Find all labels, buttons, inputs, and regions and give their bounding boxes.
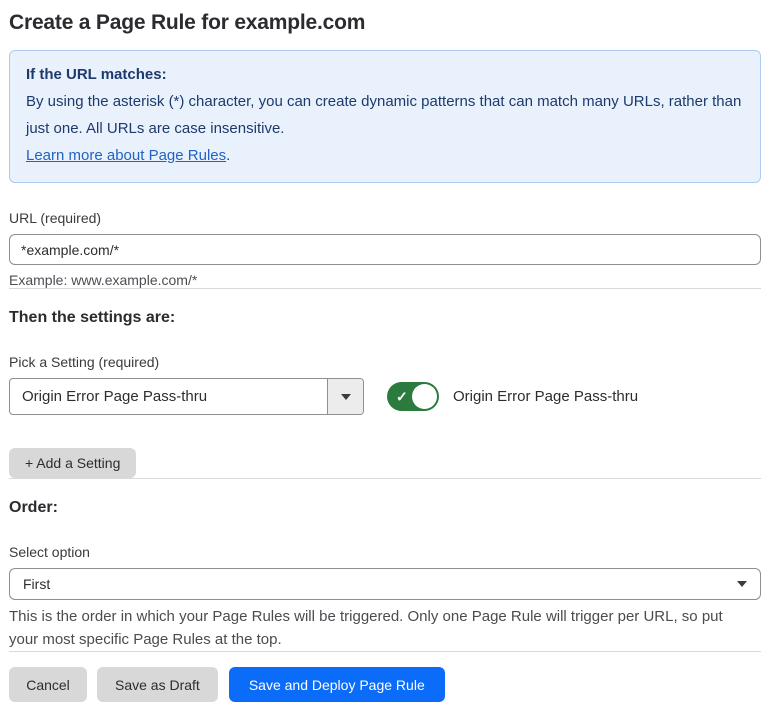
toggle-knob [412, 384, 437, 409]
save-and-deploy-button[interactable]: Save and Deploy Page Rule [228, 667, 445, 702]
divider [9, 478, 761, 479]
setting-row: Origin Error Page Pass-thru ✓ Origin Err… [9, 378, 761, 415]
link-period: . [226, 147, 231, 164]
url-input[interactable] [9, 234, 761, 265]
divider [9, 651, 761, 652]
settings-section-heading: Then the settings are: [9, 309, 176, 326]
info-box-heading: If the URL matches: [26, 66, 167, 83]
url-field-label: URL (required) [9, 210, 102, 226]
order-helper-text: This is the order in which your Page Rul… [9, 608, 723, 648]
page-title: Create a Page Rule for example.com [9, 11, 366, 34]
setting-select-value: Origin Error Page Pass-thru [22, 388, 208, 405]
order-section-heading: Order: [9, 499, 58, 516]
info-box-link-line: Learn more about Page Rules. [26, 142, 744, 169]
cancel-button[interactable]: Cancel [9, 667, 87, 702]
check-icon: ✓ [396, 388, 408, 405]
chevron-down-icon [340, 393, 351, 400]
toggle-label: Origin Error Page Pass-thru [453, 388, 639, 405]
order-select-value: First [23, 576, 51, 592]
create-page-rule-form: Create a Page Rule for example.com If th… [0, 0, 770, 702]
order-select[interactable]: First [9, 568, 761, 600]
url-example-helper: Example: www.example.com/* [9, 272, 198, 288]
learn-more-link[interactable]: Learn more about Page Rules [26, 147, 226, 164]
setting-select-arrow-button[interactable] [327, 379, 363, 414]
divider [9, 288, 761, 289]
save-as-draft-button[interactable]: Save as Draft [97, 667, 218, 702]
setting-toggle-group: ✓ Origin Error Page Pass-thru [387, 382, 638, 411]
pick-setting-label: Pick a Setting (required) [9, 354, 160, 370]
chevron-down-icon [737, 581, 747, 587]
origin-error-toggle[interactable]: ✓ [387, 382, 439, 411]
info-box-body: By using the asterisk (*) character, you… [26, 93, 742, 137]
order-select-label: Select option [9, 544, 90, 560]
url-match-info-box: If the URL matches: By using the asteris… [9, 50, 761, 183]
form-actions: Cancel Save as Draft Save and Deploy Pag… [9, 667, 761, 702]
setting-select[interactable]: Origin Error Page Pass-thru [9, 378, 364, 415]
add-setting-button[interactable]: + Add a Setting [9, 448, 137, 478]
